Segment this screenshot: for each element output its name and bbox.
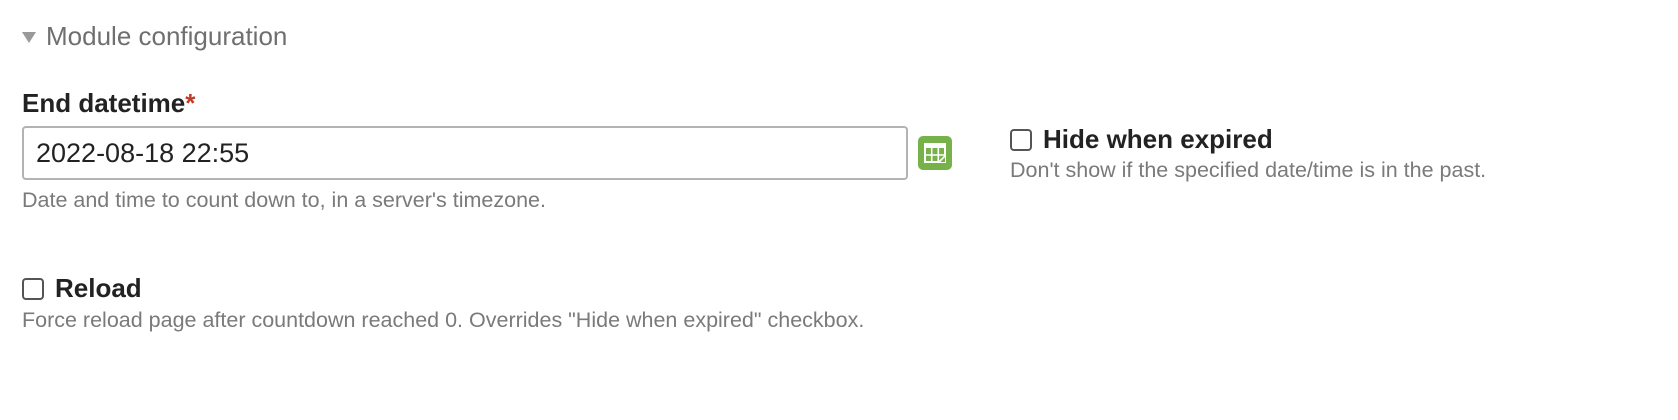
module-configuration-form: Module configuration End datetime* Date … (0, 0, 1678, 420)
reload-label[interactable]: Reload (55, 273, 142, 304)
reload-help: Force reload page after countdown reache… (22, 308, 865, 332)
hide-when-expired-row: Hide when expired (1010, 124, 1273, 155)
section-toggle[interactable]: Module configuration (22, 20, 287, 52)
calendar-icon (924, 143, 946, 163)
hide-when-expired-help: Don't show if the specified date/time is… (1010, 158, 1487, 182)
end-datetime-input[interactable] (22, 126, 908, 180)
calendar-button[interactable] (918, 136, 952, 170)
reload-checkbox[interactable] (22, 277, 44, 300)
end-datetime-help: Date and time to count down to, in a ser… (22, 188, 546, 212)
hide-when-expired-label[interactable]: Hide when expired (1043, 124, 1273, 155)
hide-when-expired-checkbox[interactable] (1010, 128, 1032, 151)
end-datetime-label-text: End datetime (22, 88, 186, 118)
reload-row: Reload (22, 273, 142, 304)
required-marker: * (185, 88, 196, 118)
section-title: Module configuration (46, 20, 288, 51)
end-datetime-label: End datetime* (22, 88, 195, 119)
caret-down-icon (22, 31, 36, 43)
